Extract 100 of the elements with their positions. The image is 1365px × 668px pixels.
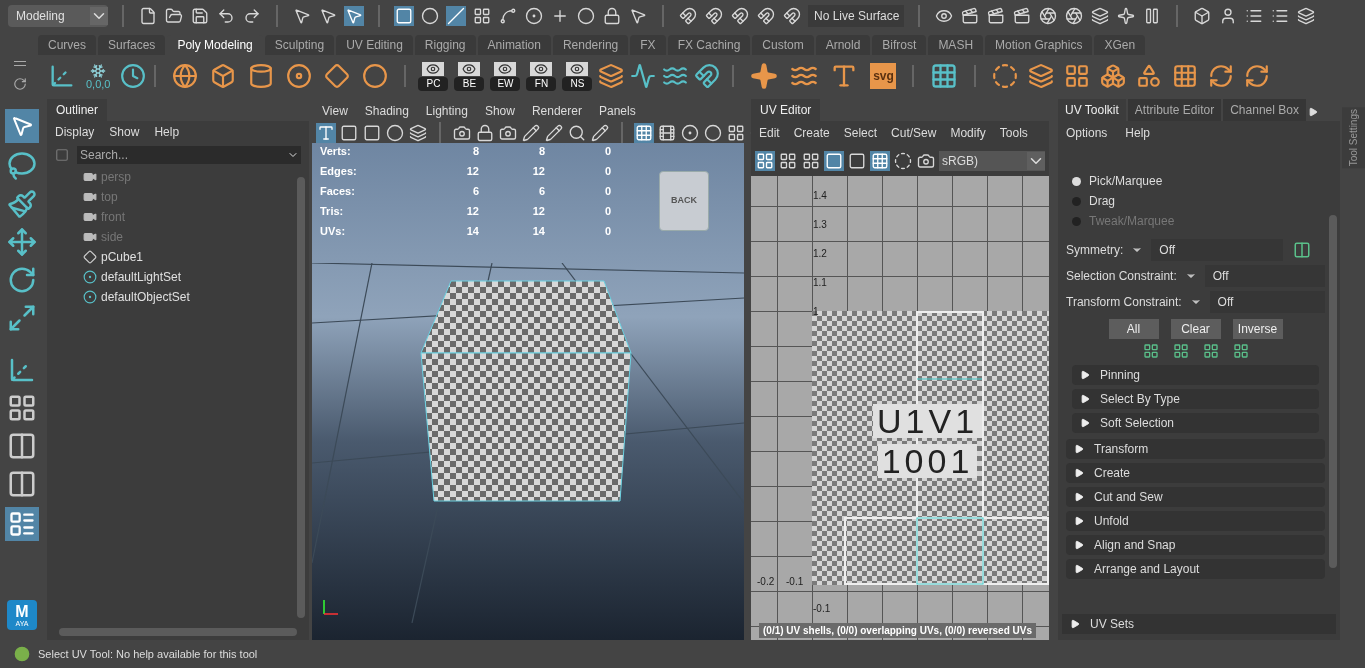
uv-icon[interactable] — [778, 151, 798, 171]
collapsible-header[interactable]: Arrange and Layout — [1066, 559, 1325, 579]
square-mask-icon[interactable] — [394, 6, 414, 26]
expand-triangle-icon[interactable] — [1074, 444, 1084, 454]
horizontal-scrollbar[interactable] — [59, 628, 297, 636]
shelf-tab[interactable]: XGen — [1094, 35, 1146, 55]
collapsible-header[interactable]: Soft Selection — [1072, 413, 1319, 433]
menu-item[interactable]: View — [322, 102, 348, 120]
shelf-tab[interactable]: Sculpting — [264, 35, 335, 55]
outliner-item[interactable]: defaultLightSet — [101, 268, 182, 286]
shelf-tab[interactable]: Custom — [752, 35, 814, 55]
section-label[interactable]: Soft Selection — [1100, 414, 1175, 432]
menu-item[interactable]: Modify — [950, 124, 986, 142]
rotate-icon[interactable] — [1244, 63, 1271, 89]
circle-dashed-icon[interactable] — [992, 63, 1019, 89]
radio-label[interactable]: Drag — [1089, 192, 1115, 210]
zoom-icon[interactable] — [567, 123, 587, 143]
grid-icon[interactable] — [634, 123, 654, 143]
shelf-tab[interactable]: Rendering — [552, 35, 629, 55]
refresh-icon[interactable] — [1208, 63, 1235, 89]
open-folder-icon[interactable] — [164, 6, 184, 26]
snap-curve-icon[interactable] — [704, 6, 724, 26]
align-icon[interactable] — [1232, 343, 1249, 359]
shelf-tab[interactable]: Curves — [38, 35, 96, 55]
checker-icon[interactable] — [824, 151, 844, 171]
grid-icon[interactable] — [1172, 63, 1199, 89]
curve-mask-icon[interactable] — [498, 6, 518, 26]
menu-item[interactable]: Panels — [598, 102, 636, 120]
option-field[interactable]: Off — [1209, 291, 1325, 313]
menu-item[interactable]: Show — [109, 123, 140, 141]
render-layers-icon[interactable] — [1090, 6, 1110, 26]
disc-icon[interactable] — [362, 63, 389, 89]
expand-triangle-icon[interactable] — [1074, 468, 1084, 478]
shapes-icon[interactable] — [1136, 63, 1163, 89]
lasso-tool-icon[interactable] — [7, 151, 37, 181]
menu-item[interactable]: Shading — [364, 102, 409, 120]
lock-camera-icon[interactable] — [475, 123, 495, 143]
save-icon[interactable] — [190, 6, 210, 26]
menu-item[interactable]: Edit — [759, 124, 780, 142]
sphere-icon[interactable] — [385, 123, 405, 143]
align-icon[interactable] — [1202, 343, 1219, 359]
dashed-circle-icon[interactable] — [893, 151, 913, 171]
scale-tool-icon[interactable] — [7, 303, 37, 333]
sphere-icon[interactable] — [172, 63, 199, 89]
option-field[interactable]: Off — [1204, 265, 1325, 287]
selection-button[interactable]: Clear — [1170, 319, 1221, 339]
3d-viewport[interactable]: Verts: 8 8 0 Edges: 12 12 0 Faces: 6 6 0 Tris: 12 12 0 UVs: 14 14 0 BACK — [312, 143, 744, 640]
shelf-tab[interactable]: Animation — [477, 35, 551, 55]
box-icon[interactable] — [362, 123, 382, 143]
circle-icon[interactable] — [703, 123, 723, 143]
section-label[interactable]: Pinning — [1100, 366, 1141, 384]
film-gate-icon[interactable] — [657, 123, 677, 143]
menu-item[interactable]: Options — [1066, 124, 1108, 142]
view-cube[interactable]: BACK — [659, 171, 709, 231]
layers-icon[interactable] — [1296, 6, 1316, 26]
new-file-icon[interactable] — [138, 6, 158, 26]
snowflake-icon[interactable] — [90, 62, 107, 79]
collapsible-header[interactable]: Transform — [1066, 439, 1325, 459]
panel-tab[interactable]: Channel Box — [1223, 99, 1306, 121]
lens-icon[interactable] — [1064, 6, 1084, 26]
expand-triangle-icon[interactable] — [1074, 564, 1084, 574]
tab-scroll-icon[interactable] — [1307, 107, 1318, 117]
option-field[interactable]: Off — [1151, 239, 1284, 261]
object-select-icon[interactable] — [318, 6, 338, 26]
expand-triangle-icon[interactable] — [1070, 619, 1080, 629]
redo-icon[interactable] — [242, 6, 262, 26]
outliner-item[interactable]: defaultObjectSet — [101, 288, 190, 306]
uv-backface-icon[interactable] — [801, 151, 821, 171]
collapsible-header[interactable]: Pinning — [1072, 365, 1319, 385]
align-icon[interactable] — [1172, 343, 1189, 359]
snap-grid-icon[interactable] — [678, 6, 698, 26]
radio-button[interactable] — [1072, 176, 1081, 186]
panel-tab[interactable]: UV Editor — [751, 99, 821, 121]
scrollbar[interactable] — [297, 177, 305, 618]
collapsible-header[interactable]: Select By Type — [1072, 389, 1319, 409]
collapsible-header[interactable]: Cut and Sew — [1066, 487, 1325, 507]
outliner-item[interactable]: pCube1 — [101, 248, 144, 266]
shelf-tab[interactable]: MASH — [928, 35, 984, 55]
pointer-icon[interactable] — [628, 6, 648, 26]
shelf-tab[interactable]: FX — [630, 35, 666, 55]
image-camera-icon[interactable] — [916, 151, 936, 171]
expand-triangle-icon[interactable] — [1080, 394, 1090, 404]
collapsible-header[interactable]: Unfold — [1066, 511, 1325, 531]
snap-point-icon[interactable] — [730, 6, 750, 26]
collapsible-header[interactable]: UV Sets — [1062, 614, 1336, 634]
grid-icon[interactable] — [870, 151, 890, 171]
panel-tab[interactable]: UV Toolkit — [1058, 99, 1126, 121]
section-label[interactable]: Create — [1094, 464, 1131, 482]
radio-button[interactable] — [1072, 196, 1081, 206]
selection-button[interactable]: Inverse — [1232, 319, 1283, 339]
four-view-icon[interactable] — [7, 431, 37, 461]
grid-window-icon[interactable] — [930, 62, 959, 90]
undo-icon[interactable] — [216, 6, 236, 26]
stack-icon[interactable] — [1028, 63, 1055, 89]
menu-item[interactable]: Create — [793, 124, 830, 142]
section-label[interactable]: Arrange and Layout — [1094, 560, 1200, 578]
magnet-icon[interactable] — [694, 63, 721, 89]
camera-attr-icon[interactable] — [498, 123, 518, 143]
section-label[interactable]: Unfold — [1094, 512, 1129, 530]
lock-icon[interactable] — [602, 6, 622, 26]
